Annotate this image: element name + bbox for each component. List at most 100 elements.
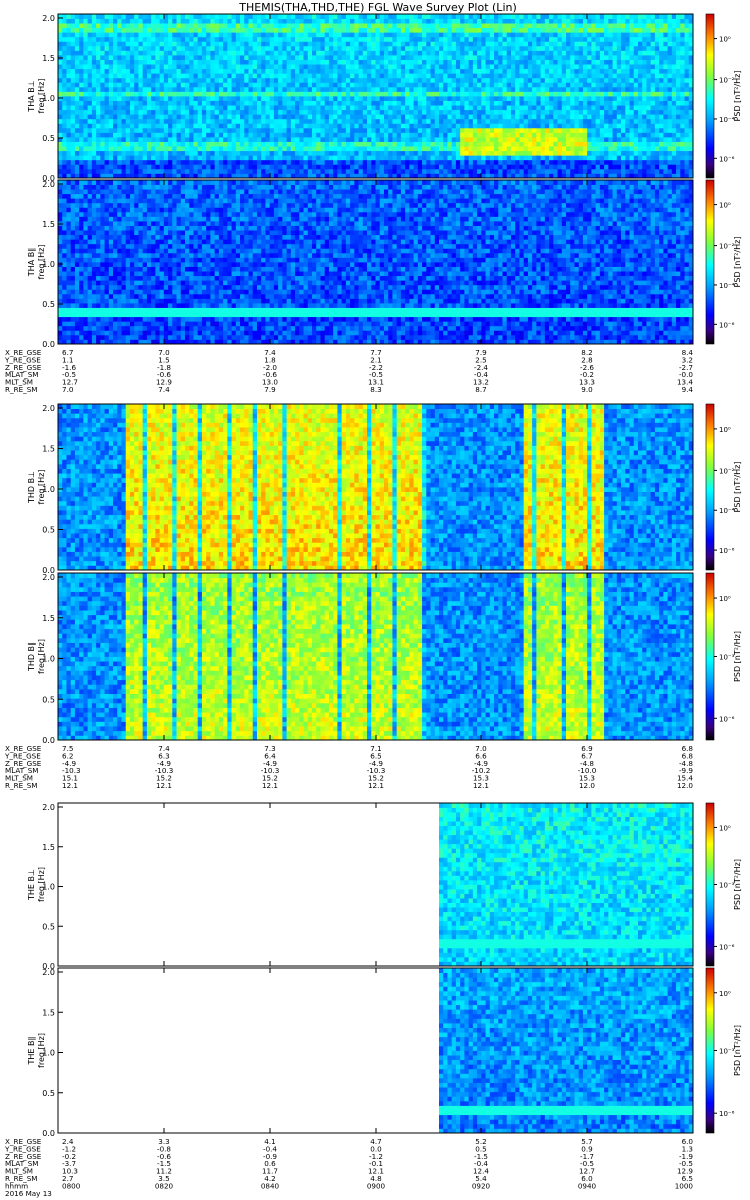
spectrogram-cell (143, 169, 148, 174)
spectrogram-cell (96, 128, 101, 133)
spectrogram-cell (117, 137, 122, 142)
spectrogram-cell (113, 23, 118, 28)
spectrogram-cell (71, 50, 76, 55)
spectrogram-cell (185, 114, 190, 119)
spectrogram-cell (244, 37, 249, 42)
spectrogram-cell (100, 146, 105, 151)
spectrogram-cell (92, 164, 97, 169)
spectrogram-cell (160, 146, 165, 151)
spectrogram-cell (185, 91, 190, 96)
spectrogram-cell (155, 19, 160, 24)
spectrogram-cell (160, 91, 165, 96)
spectrogram-cell (206, 114, 211, 119)
spectrogram-cell (75, 37, 80, 42)
spectrogram-cell (83, 169, 88, 174)
spectrogram-cell (240, 101, 245, 106)
spectrogram-cell (177, 146, 182, 151)
spectrogram-cell (210, 132, 215, 137)
spectrogram-cell (96, 82, 101, 87)
spectrogram-cell (164, 69, 169, 74)
spectrogram-cell (189, 151, 194, 156)
spectrogram-cell (168, 46, 173, 51)
spectrogram-cell (198, 78, 203, 83)
spectrogram-cell (62, 87, 67, 92)
spectrogram-cell (244, 164, 249, 169)
spectrogram-cell (168, 73, 173, 78)
spectrogram-cell (66, 105, 71, 110)
spectrogram-cell (62, 101, 67, 106)
spectrogram-cell (134, 28, 139, 33)
spectrogram-cell (164, 128, 169, 133)
spectrogram-cell (181, 46, 186, 51)
spectrogram-cell (117, 96, 122, 101)
spectrogram-cell (168, 78, 173, 83)
spectrogram-cell (185, 64, 190, 69)
spectrogram-cell (105, 132, 110, 137)
spectrogram-cell (92, 19, 97, 24)
spectrogram-cell (122, 169, 127, 174)
spectrogram-cell (88, 82, 93, 87)
spectrogram-cell (249, 155, 254, 160)
spectrogram-cell (189, 123, 194, 128)
spectrogram-cell (122, 151, 127, 156)
spectrogram-cell (66, 142, 71, 147)
spectrogram-cell (172, 123, 177, 128)
spectrogram-cell (164, 96, 169, 101)
spectrogram-cell (177, 96, 182, 101)
spectrogram-cell (232, 87, 237, 92)
spectrogram-cell (143, 41, 148, 46)
spectrogram-cell (62, 28, 67, 33)
spectrogram-cell (215, 32, 220, 37)
spectrogram-cell (193, 37, 198, 42)
spectrogram-cell (181, 69, 186, 74)
spectrogram-cell (244, 46, 249, 51)
spectrogram-cell (172, 55, 177, 60)
spectrogram-cell (244, 151, 249, 156)
spectrogram-cell (83, 78, 88, 83)
spectrogram-cell (210, 119, 215, 124)
spectrogram-cell (219, 160, 224, 165)
spectrogram-cell (71, 23, 76, 28)
spectrogram-cell (88, 155, 93, 160)
spectrogram-cell (58, 132, 63, 137)
spectrogram-cell (117, 46, 122, 51)
spectrogram-cell (198, 169, 203, 174)
spectrogram-cell (134, 73, 139, 78)
spectrogram-cell (177, 28, 182, 33)
spectrogram-cell (202, 23, 207, 28)
spectrogram-cell (160, 28, 165, 33)
spectrogram-cell (151, 128, 156, 133)
spectrogram-cell (126, 123, 131, 128)
spectrogram-cell (189, 132, 194, 137)
spectrogram-cell (164, 28, 169, 33)
spectrogram-cell (189, 50, 194, 55)
spectrogram-cell (160, 119, 165, 124)
spectrogram-cell (232, 73, 237, 78)
spectrogram-cell (227, 155, 232, 160)
spectrogram-cell (147, 128, 152, 133)
spectrogram-cell (109, 78, 114, 83)
spectrogram-cell (189, 155, 194, 160)
spectrogram-cell (126, 46, 131, 51)
spectrogram-cell (117, 105, 122, 110)
spectrogram-cell (227, 69, 232, 74)
spectrogram-cell (236, 55, 241, 60)
spectrogram-cell (66, 14, 71, 19)
spectrogram-cell (143, 23, 148, 28)
spectrogram-cell (58, 142, 63, 147)
spectrogram-cell (232, 55, 237, 60)
spectrogram-cell (134, 96, 139, 101)
spectrogram-cell (189, 78, 194, 83)
spectrogram-cell (227, 37, 232, 42)
spectrogram-cell (109, 96, 114, 101)
spectrogram-cell (151, 50, 156, 55)
spectrogram-cell (177, 128, 182, 133)
spectrogram-cell (130, 110, 135, 115)
spectrogram-cell (83, 87, 88, 92)
spectrogram-cell (109, 91, 114, 96)
spectrogram-cell (71, 96, 76, 101)
spectrogram-cell (58, 60, 63, 65)
spectrogram-cell (198, 128, 203, 133)
spectrogram-cell (202, 119, 207, 124)
spectrogram-cell (219, 105, 224, 110)
